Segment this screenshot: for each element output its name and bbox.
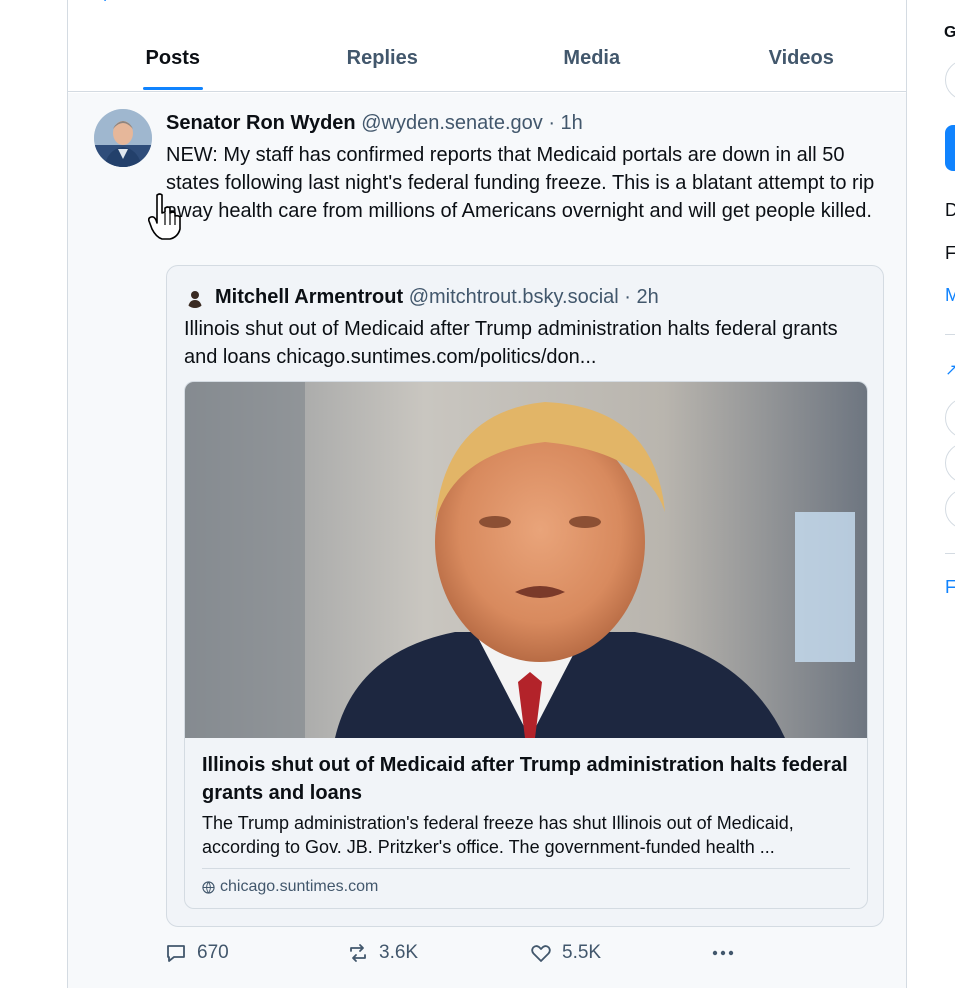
quote-author-name: Mitchell Armentrout [215, 286, 404, 308]
post-text: NEW: My staff has confirmed reports that… [166, 144, 875, 222]
right-trend-icon: ↗ [945, 362, 955, 379]
reply-button[interactable]: 670 [164, 941, 229, 965]
repost-icon [350, 944, 366, 962]
cut-off-link-text[interactable]: —. —— ———— — [88, 0, 268, 4]
post-header: Senator Ron Wyden @wyden.senate.gov · 1h [166, 112, 583, 135]
author-name[interactable]: Senator Ron Wyden [166, 112, 356, 134]
quoted-post[interactable]: Mitchell Armentrout @mitchtrout.bsky.soc… [166, 265, 884, 927]
repost-button[interactable]: 3.6K [346, 941, 418, 965]
link-card-domain-text: chicago.suntimes.com [220, 878, 379, 895]
ellipsis-icon [712, 950, 734, 956]
globe-icon [202, 880, 215, 894]
more-options-button[interactable] [710, 941, 745, 965]
divider [945, 553, 955, 554]
right-fragment-4[interactable]: M [945, 285, 955, 306]
right-pill-1[interactable] [945, 398, 955, 438]
right-primary-button[interactable] [945, 125, 955, 171]
quote-avatar [185, 287, 205, 308]
post-actions: 670 3.6K 5.5K [164, 941, 744, 969]
feed-post[interactable]: Senator Ron Wyden @wyden.senate.gov · 1h… [68, 93, 906, 988]
link-card-image [185, 382, 867, 738]
quote-header: Mitchell Armentrout @mitchtrout.bsky.soc… [185, 286, 659, 309]
post-time[interactable]: · 1h [548, 112, 582, 134]
link-card[interactable]: Illinois shut out of Medicaid after Trum… [184, 381, 868, 909]
divider [945, 334, 955, 335]
right-fragment-3[interactable]: F [945, 243, 955, 264]
tab-posts[interactable]: Posts [68, 30, 278, 91]
heart-icon [531, 945, 551, 962]
reply-count: 670 [197, 942, 229, 963]
repost-count: 3.6K [379, 942, 419, 963]
author-handle[interactable]: @wyden.senate.gov [361, 112, 543, 134]
quote-text: Illinois shut out of Medicaid after Trum… [184, 318, 838, 368]
link-card-description: The Trump administration's federal freez… [202, 813, 794, 857]
right-pill-3[interactable] [945, 489, 955, 529]
tab-media[interactable]: Media [487, 30, 697, 91]
right-search-field[interactable] [945, 60, 955, 100]
hand-pointer-cursor-icon [147, 193, 182, 246]
avatar[interactable] [94, 109, 152, 167]
link-card-domain: chicago.suntimes.com [202, 878, 378, 896]
reply-icon [167, 945, 185, 962]
like-button[interactable]: 5.5K [529, 941, 601, 965]
profile-tabs: Posts Replies Media Videos [68, 30, 906, 92]
link-card-title: Illinois shut out of Medicaid after Trum… [202, 754, 848, 804]
tab-videos[interactable]: Videos [697, 30, 907, 91]
tab-replies[interactable]: Replies [278, 30, 488, 91]
right-fragment-5[interactable]: F [945, 577, 955, 598]
right-fragment-1: G [944, 24, 955, 41]
right-fragment-2[interactable]: D [945, 200, 955, 221]
like-count: 5.5K [562, 942, 602, 963]
quote-author-handle: @mitchtrout.bsky.social [408, 286, 619, 308]
divider [202, 868, 850, 869]
right-sidebar-partial: G D F M ↗ F [907, 0, 955, 988]
quote-time: · 2h [624, 286, 659, 308]
main-column: —. —— ———— — Posts Replies Media Videos … [67, 0, 907, 988]
right-pill-2[interactable] [945, 443, 955, 483]
